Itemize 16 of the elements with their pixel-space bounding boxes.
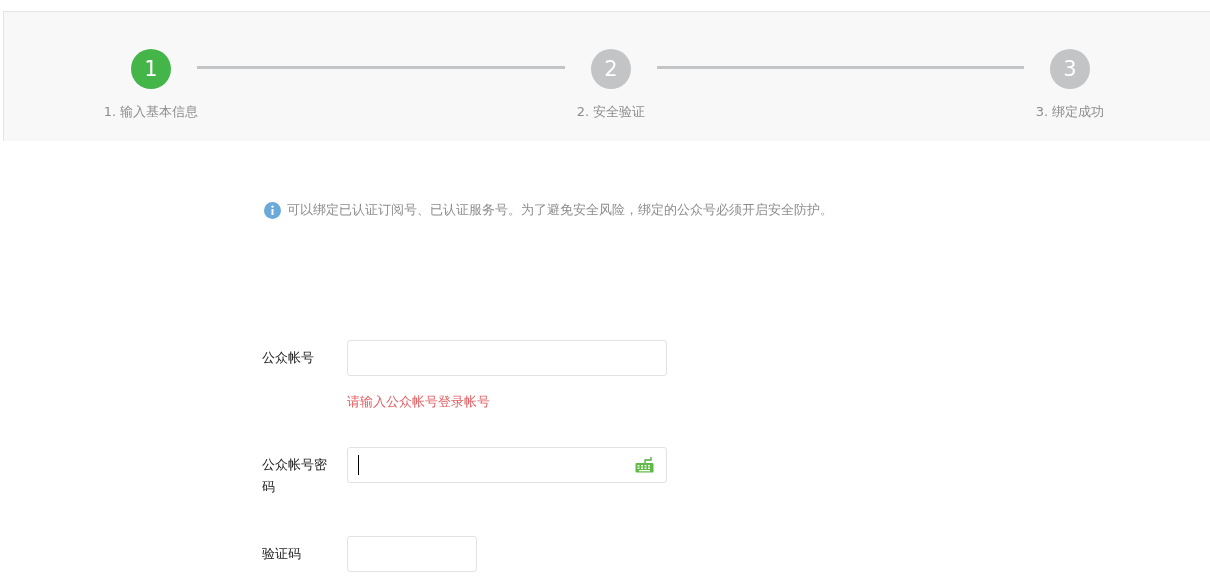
step-number: 3 bbox=[1050, 49, 1090, 89]
error-message: 请输入公众帐号登录帐号 bbox=[347, 393, 491, 411]
field-label: 验证码 bbox=[262, 545, 302, 563]
step-number: 1 bbox=[131, 49, 171, 89]
step-number: 2 bbox=[591, 49, 631, 89]
field-label: 公众帐号 bbox=[262, 349, 315, 367]
step-label: 1. 输入基本信息 bbox=[103, 103, 199, 121]
captcha-field[interactable] bbox=[347, 536, 477, 572]
account-field[interactable] bbox=[347, 340, 667, 376]
step-label: 2. 安全验证 bbox=[576, 103, 646, 121]
field-label: 公众帐号密码 bbox=[262, 456, 328, 496]
info-icon bbox=[264, 201, 281, 219]
notice-text: 可以绑定已认证订阅号、已认证服务号。为了避免安全风险，绑定的公众号必须开启安全防护。 bbox=[287, 201, 833, 219]
password-field[interactable] bbox=[347, 447, 667, 483]
step-label: 3. 绑定成功 bbox=[1035, 103, 1105, 121]
keyboard-icon[interactable] bbox=[635, 457, 654, 473]
